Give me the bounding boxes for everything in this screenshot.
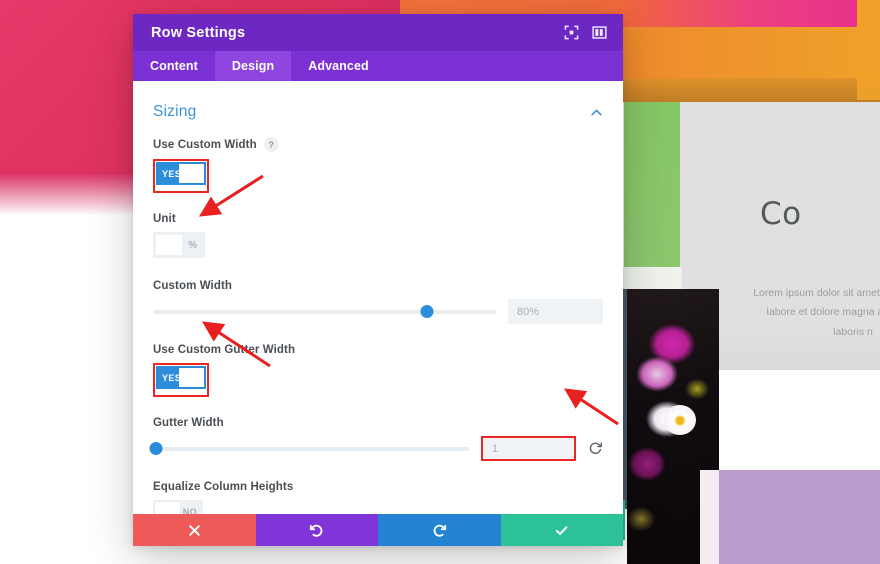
field-gutter-width: Gutter Width 1 bbox=[149, 417, 603, 461]
toggle-knob bbox=[156, 235, 182, 255]
label-text: Gutter Width bbox=[153, 417, 224, 429]
section-header-sizing[interactable]: Sizing bbox=[153, 81, 603, 137]
row-settings-modal: Row Settings Content Design Advanced Siz… bbox=[133, 14, 623, 546]
tab-design[interactable]: Design bbox=[214, 51, 292, 81]
label-unit: Unit bbox=[153, 213, 603, 225]
slider-custom-width[interactable] bbox=[153, 305, 496, 318]
label-text: Use Custom Width bbox=[153, 138, 257, 151]
label-equalize-column-heights: Equalize Column Heights bbox=[153, 481, 603, 493]
field-unit: Unit % bbox=[153, 213, 603, 260]
toggle-use-custom-gutter-width[interactable]: YES bbox=[156, 366, 206, 389]
value-custom-width[interactable]: 80% bbox=[508, 299, 603, 324]
redo-button[interactable] bbox=[378, 514, 501, 546]
toggle-equalize-column-heights[interactable]: NO bbox=[153, 500, 203, 514]
bg-block-orange-band bbox=[620, 27, 880, 80]
field-use-custom-gutter-width: Use Custom Gutter Width YES bbox=[153, 344, 603, 397]
fullscreen-icon[interactable] bbox=[564, 25, 579, 40]
toggle-knob bbox=[179, 368, 204, 387]
unit-value: % bbox=[188, 239, 197, 251]
label-use-custom-gutter-width: Use Custom Gutter Width bbox=[153, 344, 603, 356]
bg-paragraph-line: labore et dolore magna aliqua bbox=[766, 306, 880, 319]
tab-advanced[interactable]: Advanced bbox=[291, 51, 386, 81]
tab-content[interactable]: Content bbox=[133, 51, 215, 81]
bg-block-green bbox=[624, 102, 680, 267]
slider-handle[interactable] bbox=[420, 305, 434, 318]
bg-paragraph-line: Lorem ipsum dolor sit amet, co bbox=[753, 287, 880, 299]
modal-footer bbox=[133, 514, 623, 546]
toggle-label: NO bbox=[182, 506, 197, 515]
toggle-knob bbox=[155, 502, 180, 514]
modal-body: Sizing Use Custom Width ? YES Unit % Cus… bbox=[133, 81, 623, 514]
field-use-custom-width: Use Custom Width ? YES bbox=[153, 137, 603, 193]
modal-tabs: Content Design Advanced bbox=[133, 51, 623, 81]
redo-icon bbox=[433, 524, 446, 537]
bg-block-lavender bbox=[719, 470, 880, 564]
slider-handle[interactable] bbox=[149, 442, 163, 455]
slider-row-custom-width: 80% bbox=[153, 299, 603, 324]
bg-block-orange-band-shadow bbox=[620, 78, 880, 102]
toggle-knob bbox=[179, 164, 204, 183]
field-equalize-column-heights: Equalize Column Heights NO bbox=[153, 481, 603, 514]
page-title: Row Settings bbox=[151, 24, 246, 41]
label-use-custom-width: Use Custom Width ? bbox=[153, 137, 603, 152]
cancel-button[interactable] bbox=[133, 514, 256, 546]
undo-icon bbox=[310, 524, 323, 537]
help-icon[interactable]: ? bbox=[263, 137, 279, 152]
label-text: Custom Width bbox=[153, 280, 233, 292]
bg-paragraph: Lorem ipsum dolor sit amet, co labore et… bbox=[700, 284, 880, 342]
highlight-box-use-custom-width: YES bbox=[153, 159, 209, 193]
bg-block-lavender-edge bbox=[700, 470, 719, 564]
value-gutter-width[interactable]: 1 bbox=[481, 436, 576, 461]
label-gutter-width: Gutter Width bbox=[153, 417, 603, 429]
toggle-unit[interactable]: % bbox=[153, 232, 205, 258]
reset-icon[interactable] bbox=[588, 441, 603, 456]
chevron-up-icon[interactable] bbox=[590, 106, 603, 119]
undo-button[interactable] bbox=[255, 514, 378, 546]
label-text: Equalize Column Heights bbox=[153, 481, 294, 493]
save-button[interactable] bbox=[500, 514, 623, 546]
close-icon bbox=[189, 524, 200, 536]
bg-block-magenta bbox=[620, 0, 860, 27]
bg-flower-bloom bbox=[664, 405, 696, 435]
modal-header: Row Settings bbox=[133, 14, 623, 51]
bg-heading: Co bbox=[760, 196, 802, 232]
modal-header-icons bbox=[564, 25, 607, 40]
layout-view-icon[interactable] bbox=[592, 25, 607, 40]
slider-gutter-width[interactable] bbox=[149, 442, 469, 455]
highlight-box-use-custom-gutter-width: YES bbox=[153, 363, 209, 397]
label-text: Unit bbox=[153, 213, 176, 225]
bg-paragraph-line: laboris n bbox=[833, 325, 873, 338]
field-custom-width: Custom Width 80% bbox=[153, 280, 603, 324]
check-icon bbox=[556, 525, 568, 535]
label-custom-width: Custom Width bbox=[153, 280, 603, 292]
label-text: Use Custom Gutter Width bbox=[153, 344, 296, 356]
section-title-sizing: Sizing bbox=[153, 103, 197, 120]
page-root: Co Lorem ipsum dolor sit amet, co labore… bbox=[0, 0, 880, 564]
bg-block-amber bbox=[857, 0, 880, 100]
toggle-use-custom-width[interactable]: YES bbox=[156, 162, 206, 185]
modal-scroll-area: Sizing Use Custom Width ? YES Unit % Cus… bbox=[133, 81, 623, 514]
slider-row-gutter-width: 1 bbox=[149, 436, 603, 461]
